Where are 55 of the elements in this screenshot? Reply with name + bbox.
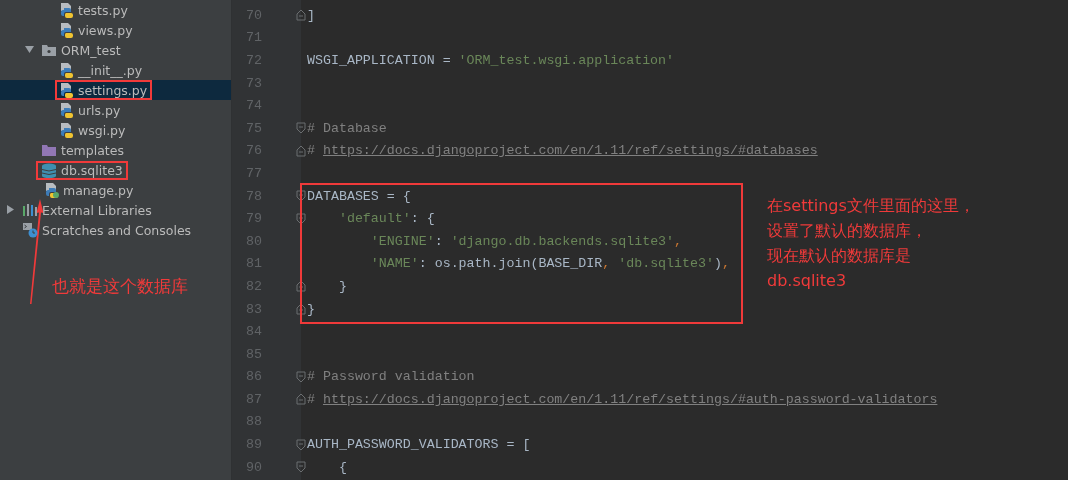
fold-icon[interactable]	[296, 438, 306, 451]
python-file-icon	[60, 22, 74, 38]
tree-item[interactable]: views.py	[55, 20, 138, 40]
tree-item[interactable]: tests.py	[55, 0, 133, 20]
python-file-icon	[60, 2, 74, 18]
tree-item[interactable]: templates	[36, 140, 129, 160]
annotation-note: 在settings文件里面的这里， 设置了默认的数据库， 现在默认的数据库是 db.sqlite3	[767, 194, 975, 292]
code-line: # Password validation	[307, 369, 475, 385]
python-file-icon	[60, 82, 74, 98]
tree-item[interactable]: ORM_test	[36, 40, 126, 60]
fold-icon[interactable]	[296, 303, 306, 315]
fold-icon[interactable]	[296, 212, 306, 225]
code-line: 'ENGINE': 'django.db.backends.sqlite3',	[369, 233, 683, 249]
code-line: # Database	[307, 120, 387, 136]
code-line: 'NAME': os.path.join(BASE_DIR, 'db.sqlite3'),	[369, 256, 730, 272]
code-line: ]	[307, 7, 315, 23]
expanded-arrow-icon[interactable]	[25, 45, 34, 54]
fold-icon[interactable]	[296, 280, 306, 293]
collapsed-arrow-icon[interactable]	[6, 205, 15, 214]
tree-item[interactable]: wsgi.py	[55, 120, 131, 140]
scratches-icon	[22, 222, 38, 238]
code-line: }	[307, 301, 315, 317]
tree-item[interactable]: __init__.py	[55, 60, 148, 80]
tree-item[interactable]: External Libraries	[17, 200, 157, 220]
tree-item[interactable]: urls.py	[55, 100, 126, 120]
python-file-icon	[60, 122, 74, 138]
fold-icon[interactable]	[296, 461, 306, 474]
code-line: {	[337, 459, 347, 475]
python-file-icon	[60, 62, 74, 78]
fold-icon[interactable]	[296, 144, 306, 157]
fold-icon[interactable]	[296, 370, 306, 383]
fold-icon[interactable]	[296, 122, 306, 135]
folder-icon	[41, 143, 57, 157]
annotation-note: 也就是这个数据库	[52, 276, 188, 297]
python-file-icon	[60, 102, 74, 118]
code-line: # https://docs.djangoproject.com/en/1.11/ref/settings/#auth-password-validators	[307, 391, 938, 407]
libraries-icon	[22, 203, 38, 217]
fold-icon[interactable]	[296, 9, 306, 22]
tree-item[interactable]: manage.py	[40, 180, 139, 200]
fold-icon[interactable]	[296, 393, 306, 406]
code-link[interactable]: https://docs.djangoproject.com/en/1.11/ref/settings/#databases	[322, 143, 818, 159]
package-folder-icon	[41, 43, 57, 57]
code-line: AUTH_PASSWORD_VALIDATORS = [	[307, 437, 531, 453]
code-line: }	[337, 278, 347, 294]
tree-item[interactable]: db.sqlite3	[36, 160, 128, 180]
fold-icon[interactable]	[296, 190, 306, 203]
python-file-icon	[45, 182, 59, 198]
tree-item[interactable]: Scratches and Consoles	[17, 220, 197, 240]
code-link[interactable]: https://docs.djangoproject.com/en/1.11/ref/settings/#auth-password-validators	[322, 391, 938, 407]
code-line: # https://docs.djangoproject.com/en/1.11/ref/settings/#databases	[307, 143, 818, 159]
database-icon	[41, 162, 57, 178]
code-line: 'default': {	[337, 211, 435, 227]
code-line: WSGI_APPLICATION = 'ORM_test.wsgi.application'	[307, 53, 675, 68]
code-line: DATABASES = {	[307, 188, 411, 204]
tree-item[interactable]: settings.py	[55, 80, 153, 100]
